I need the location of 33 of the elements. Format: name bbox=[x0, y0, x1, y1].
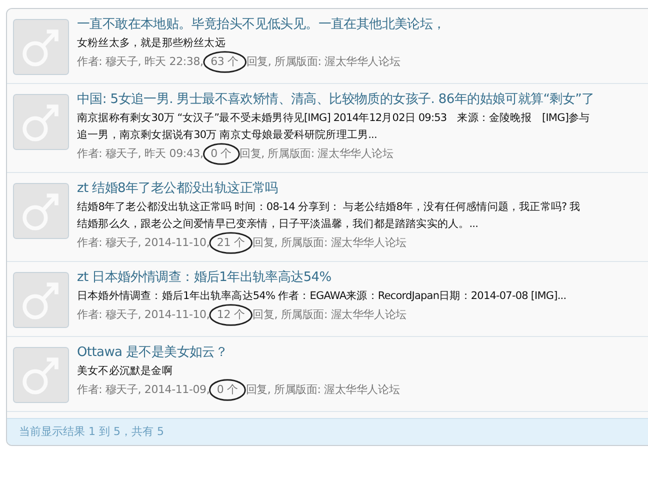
result-meta: 作者: 穆天子, 2014-11-10, bbox=[77, 235, 211, 251]
reply-count: 12 个 bbox=[216, 305, 245, 325]
result-title-link[interactable]: 一直不敢在本地贴。毕竟抬头不见低头见。一直在其他北美论坛， bbox=[77, 15, 446, 35]
avatar-icon bbox=[13, 94, 69, 150]
reply-count: 0 个 bbox=[216, 380, 238, 400]
reply-count: 63 个 bbox=[210, 52, 238, 72]
reply-count: 21 个 bbox=[216, 233, 245, 253]
result-title-link[interactable]: Ottawa 是不是美女如云？ bbox=[77, 343, 400, 363]
avatar-icon bbox=[13, 272, 69, 328]
result-meta: 回复, 所属版面: 渥太华华人论坛 bbox=[246, 54, 400, 70]
result-meta: 回复, 所属版面: 渥太华华人论坛 bbox=[246, 382, 400, 398]
result-excerpt: 结婚8年了老公都没出轨这正常吗 时间：08-14 分享到： 与老公结婚8年，没有任何感情问题，我正常吗? 我 bbox=[77, 200, 580, 215]
result-title-link[interactable]: zt 结婚8年了老公都没出轨这正常吗 bbox=[77, 179, 580, 199]
result-excerpt: 结婚那么久，跟老公之间爱情早已变亲情，日子平淡温馨，我们都是踏踏实实的人。... bbox=[77, 217, 480, 232]
avatar-icon bbox=[13, 347, 69, 403]
reply-count: 0 个 bbox=[210, 144, 232, 164]
result-title-link[interactable]: zt 日本婚外情调查：婚后1年出轨率高达54% bbox=[77, 268, 566, 288]
result-meta: 作者: 穆天子, 昨天 09:43, bbox=[77, 146, 204, 162]
result-title-link[interactable]: 中国: 5女追一男. 男士最不喜欢矫情、清高、比较物质的女孩子. 86年的姑娘可就算“剩女”了 bbox=[77, 90, 594, 110]
result-excerpt: 追一男，南京剩女据说有30万 南京丈母娘最爱科研院所理工男... bbox=[77, 128, 378, 143]
avatar-icon bbox=[13, 19, 69, 75]
result-meta: 回复, 所属版面: 渥太华华人论坛 bbox=[240, 146, 394, 162]
result-meta: 回复, 所属版面: 渥太华华人论坛 bbox=[252, 307, 406, 323]
result-meta: 作者: 穆天子, 2014-11-09, bbox=[77, 382, 211, 398]
result-meta: 作者: 穆天子, 昨天 22:38, bbox=[77, 54, 204, 70]
results-summary: 当前显示结果 1 到 5，共有 5 bbox=[7, 418, 648, 445]
result-excerpt: 美女不必沉默是金啊 bbox=[77, 364, 174, 379]
result-meta: 回复, 所属版面: 渥太华华人论坛 bbox=[252, 235, 406, 251]
result-excerpt: 南京据称有剩女30万 “女汉子”最不受未婚男待见[IMG] 2014年12月02日 09:53 来源：金陵晚报 [IMG]参与 bbox=[77, 111, 591, 126]
avatar-icon bbox=[13, 183, 69, 239]
result-excerpt: 女粉丝太多，就是那些粉丝太远 bbox=[77, 36, 226, 51]
result-meta: 作者: 穆天子, 2014-11-10, bbox=[77, 307, 211, 323]
result-excerpt: 日本婚外情调查：婚后1年出轨率高达54% 作者：EGAWA来源：RecordJapan日期：2014-07-08 [IMG]... bbox=[77, 289, 566, 304]
